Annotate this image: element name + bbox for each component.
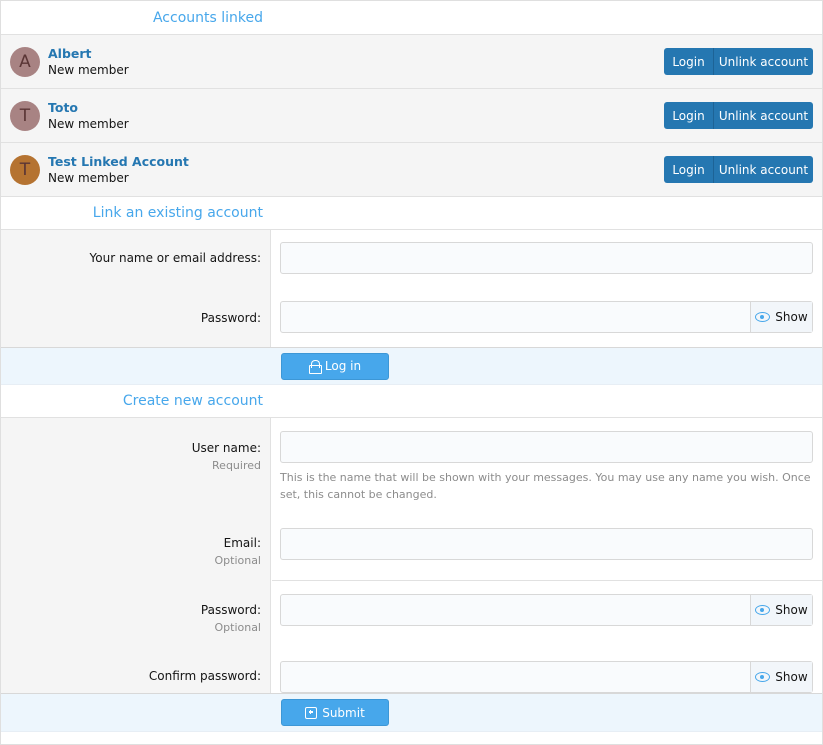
account-role: New member <box>48 62 129 77</box>
log-in-label: Log in <box>324 359 362 373</box>
name-field-cell <box>271 230 822 289</box>
confirm-password-input[interactable] <box>281 662 750 692</box>
username-explain: This is the name that will be shown with… <box>280 471 811 501</box>
show-new-password-toggle[interactable]: Show <box>750 595 812 625</box>
confirm-password-label: Confirm password: <box>148 669 261 683</box>
email-label-cell: Email: Optional <box>1 514 271 581</box>
avatar-initial: T <box>19 105 31 126</box>
plus-square-icon <box>305 706 318 719</box>
avatar-initial: A <box>19 51 31 72</box>
confirm-password-field: Show <box>280 661 813 693</box>
avatar: T <box>10 100 40 131</box>
account-name-link[interactable]: Test Linked Account <box>48 154 664 170</box>
password-label: Password: <box>200 311 261 325</box>
login-button[interactable]: Login <box>664 156 714 183</box>
confirm-password-field-cell: Show <box>271 648 822 693</box>
login-submit-bar: Log in <box>1 347 822 385</box>
name-or-email-input[interactable] <box>280 242 813 274</box>
link-existing-header: Link an existing account <box>1 197 822 230</box>
unlink-account-button[interactable]: Unlink account <box>714 48 813 75</box>
avatar: A <box>10 46 40 77</box>
name-row: Your name or email address: <box>1 230 822 289</box>
account-info: Albert New member <box>48 46 664 78</box>
unlink-account-button[interactable]: Unlink account <box>714 156 813 183</box>
submit-label: Submit <box>322 705 365 720</box>
password-label-cell: Password: <box>1 289 271 347</box>
email-optional-hint: Optional <box>214 554 261 567</box>
unlink-account-button[interactable]: Unlink account <box>714 102 813 129</box>
email-label: Email: <box>223 536 261 550</box>
username-label-cell: User name: Required <box>1 418 271 514</box>
account-name-link[interactable]: Toto <box>48 100 664 116</box>
password-input[interactable] <box>281 302 750 332</box>
new-password-input[interactable] <box>281 595 750 625</box>
password-optional-hint: Optional <box>214 621 261 634</box>
eye-icon <box>755 605 771 615</box>
confirm-password-row: Confirm password: Show <box>1 648 822 693</box>
create-account-header: Create new account <box>1 385 822 418</box>
create-submit-bar: Submit <box>1 693 822 732</box>
linked-account-row: T Toto New member Login Unlink account <box>1 89 822 143</box>
username-required-hint: Required <box>212 459 261 472</box>
account-role: New member <box>48 116 129 131</box>
account-info: Toto New member <box>48 100 664 132</box>
password-field-cell: Show <box>271 289 822 347</box>
show-password-toggle[interactable]: Show <box>750 302 812 332</box>
account-role: New member <box>48 170 129 185</box>
login-button[interactable]: Login <box>664 102 714 129</box>
account-actions: Login Unlink account <box>664 156 813 183</box>
username-input[interactable] <box>280 431 813 463</box>
confirm-password-label-cell: Confirm password: <box>1 648 271 693</box>
new-password-field: Show <box>280 594 813 626</box>
create-account-title: Create new account <box>122 393 263 409</box>
linked-account-row: A Albert New member Login Unlink account <box>1 35 822 89</box>
login-button[interactable]: Login <box>664 48 714 75</box>
password-row: Password: Show <box>1 289 822 347</box>
name-label-cell: Your name or email address: <box>1 230 271 289</box>
new-password-row: Password: Optional Show <box>1 581 822 648</box>
new-password-label-cell: Password: Optional <box>1 581 271 648</box>
link-existing-title: Link an existing account <box>92 205 263 221</box>
linked-account-row: T Test Linked Account New member Login U… <box>1 143 822 197</box>
show-label: Show <box>775 670 808 684</box>
account-actions: Login Unlink account <box>664 102 813 129</box>
account-linking-page: Accounts linked A Albert New member Logi… <box>0 0 823 745</box>
accounts-linked-title: Accounts linked <box>152 9 263 26</box>
show-label: Show <box>775 310 808 324</box>
account-info: Test Linked Account New member <box>48 154 664 186</box>
email-input[interactable] <box>280 528 813 560</box>
avatar-initial: T <box>19 159 31 180</box>
eye-icon <box>755 312 771 322</box>
avatar: T <box>10 154 40 185</box>
new-password-field-cell: Show <box>271 581 822 648</box>
email-row: Email: Optional <box>1 514 822 581</box>
new-password-label: Password: <box>200 603 261 617</box>
email-field-cell <box>271 514 822 581</box>
name-or-email-label: Your name or email address: <box>89 251 261 265</box>
lock-icon <box>308 360 322 374</box>
show-confirm-password-toggle[interactable]: Show <box>750 662 812 692</box>
password-field: Show <box>280 301 813 333</box>
username-field-cell: This is the name that will be shown with… <box>271 418 822 514</box>
account-name-link[interactable]: Albert <box>48 46 664 62</box>
submit-button[interactable]: Submit <box>281 699 389 726</box>
account-actions: Login Unlink account <box>664 48 813 75</box>
username-row: User name: Required This is the name tha… <box>1 418 822 514</box>
show-label: Show <box>775 603 808 617</box>
eye-icon <box>755 672 771 682</box>
log-in-button[interactable]: Log in <box>281 352 389 380</box>
accounts-linked-header: Accounts linked <box>1 1 822 35</box>
username-label: User name: <box>191 441 261 455</box>
